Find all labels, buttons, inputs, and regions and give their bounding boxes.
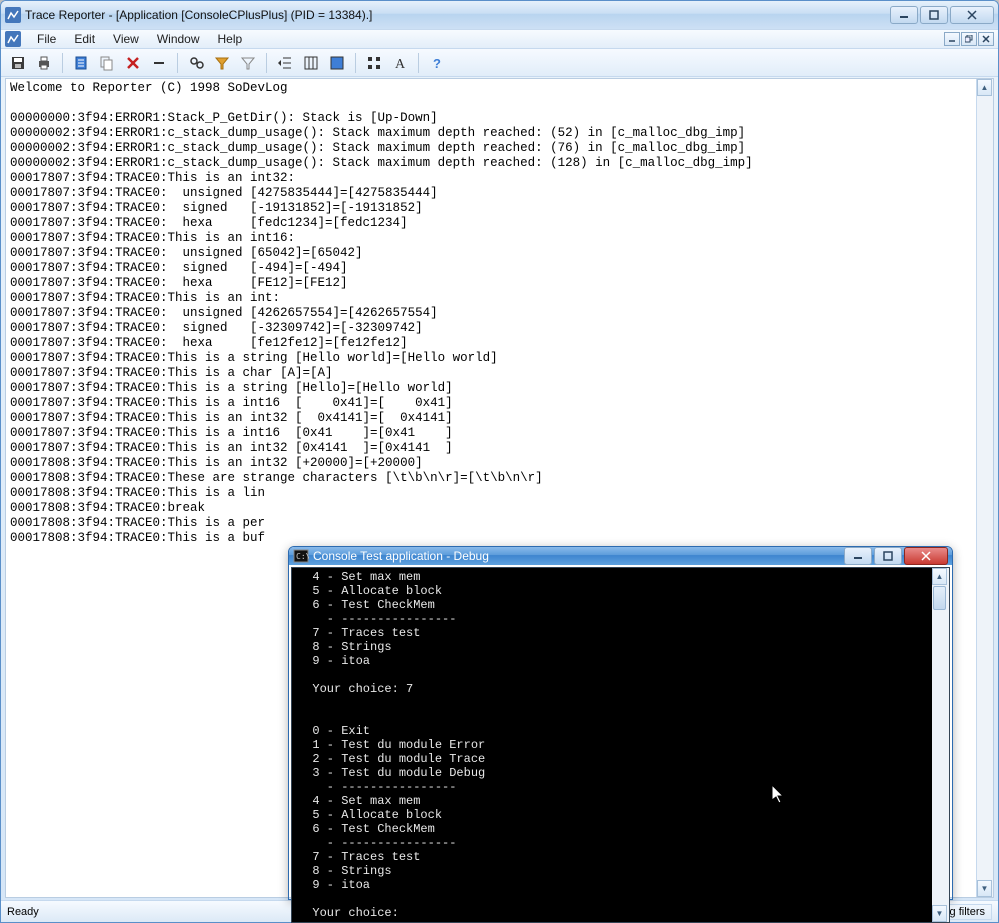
svg-text:A: A (395, 57, 406, 71)
svg-text:?: ? (433, 56, 441, 71)
maximize-button[interactable] (920, 6, 948, 24)
menubar: File Edit View Window Help (1, 29, 998, 49)
menu-window[interactable]: Window (149, 31, 208, 47)
console-icon: C:\ (293, 548, 309, 564)
vertical-scrollbar[interactable]: ▲ ▼ (976, 79, 993, 897)
copy-icon[interactable] (96, 52, 118, 74)
console-close-button[interactable] (904, 547, 948, 565)
console-body: 4 - Set max mem 5 - Allocate block 6 - T… (291, 567, 950, 923)
full-icon[interactable] (326, 52, 348, 74)
mdi-icon (5, 31, 21, 47)
scrollbar-thumb[interactable] (933, 586, 946, 610)
menu-help[interactable]: Help (210, 31, 251, 47)
console-titlebar[interactable]: C:\ Console Test application - Debug (289, 547, 952, 565)
app-icon (5, 7, 21, 23)
separator (177, 53, 178, 73)
mdi-close[interactable] (978, 32, 994, 46)
console-title: Console Test application - Debug (313, 549, 844, 563)
font-icon[interactable]: A (389, 52, 411, 74)
filter2-icon[interactable] (237, 52, 259, 74)
menu-edit[interactable]: Edit (66, 31, 103, 47)
separator (62, 53, 63, 73)
save-icon[interactable] (7, 52, 29, 74)
separator (418, 53, 419, 73)
separator (355, 53, 356, 73)
mdi-controls (944, 32, 994, 46)
grid-icon[interactable] (363, 52, 385, 74)
minimize-button[interactable] (890, 6, 918, 24)
menu-file[interactable]: File (29, 31, 64, 47)
print-icon[interactable] (33, 52, 55, 74)
svg-text:C:\: C:\ (296, 552, 309, 561)
mdi-minimize[interactable] (944, 32, 960, 46)
console-output[interactable]: 4 - Set max mem 5 - Allocate block 6 - T… (292, 568, 932, 922)
minus-icon[interactable] (148, 52, 170, 74)
document-icon[interactable] (70, 52, 92, 74)
toolbar: A ? (1, 49, 998, 77)
scroll-down-icon[interactable]: ▼ (977, 880, 992, 897)
find-icon[interactable] (185, 52, 207, 74)
close-button[interactable] (950, 6, 994, 24)
help-icon[interactable]: ? (426, 52, 448, 74)
main-window-controls (890, 6, 994, 24)
mdi-restore[interactable] (961, 32, 977, 46)
filter-icon[interactable] (211, 52, 233, 74)
outdent-icon[interactable] (274, 52, 296, 74)
console-window: C:\ Console Test application - Debug 4 -… (288, 546, 953, 900)
main-titlebar[interactable]: Trace Reporter - [Application [ConsoleCP… (1, 1, 998, 29)
scroll-down-icon[interactable]: ▼ (932, 905, 947, 922)
console-maximize-button[interactable] (874, 547, 902, 565)
scroll-up-icon[interactable]: ▲ (932, 568, 947, 585)
separator (266, 53, 267, 73)
delete-icon[interactable] (122, 52, 144, 74)
scroll-up-icon[interactable]: ▲ (977, 79, 992, 96)
columns-icon[interactable] (300, 52, 322, 74)
main-title: Trace Reporter - [Application [ConsoleCP… (25, 8, 890, 22)
menu-view[interactable]: View (105, 31, 147, 47)
console-minimize-button[interactable] (844, 547, 872, 565)
console-window-controls (844, 547, 948, 565)
console-scrollbar[interactable]: ▲ ▼ (932, 568, 949, 922)
